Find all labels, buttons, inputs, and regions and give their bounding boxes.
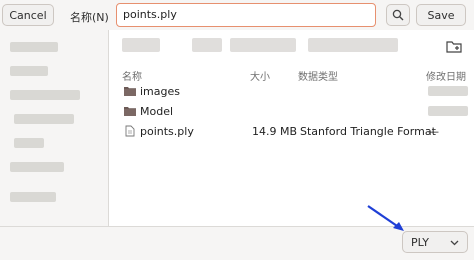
file-type: Stanford Triangle Format [300,125,436,138]
column-type-header[interactable]: 数据类型 [298,68,338,83]
path-crumb[interactable] [122,38,160,52]
file-type-filter[interactable]: PLY [402,231,468,253]
path-bar [118,34,418,58]
sidebar-item[interactable] [4,40,102,54]
path-crumb[interactable] [308,38,398,52]
filename-label: 名称(N) [70,11,109,24]
places-sidebar [0,30,109,226]
new-folder-button[interactable] [446,38,462,54]
file-name: Model [140,105,174,118]
save-button[interactable]: Save [416,4,466,26]
sidebar-item[interactable] [4,160,102,174]
file-row[interactable]: Model [118,102,474,122]
column-name-header[interactable]: 名称 [122,68,142,83]
folder-icon [124,107,136,116]
column-modified-header[interactable]: 修改日期 [426,68,466,83]
filename-input[interactable]: points.ply [116,3,376,27]
path-crumb[interactable] [230,38,296,52]
search-button[interactable] [386,4,410,26]
cancel-button[interactable]: Cancel [2,4,54,26]
sidebar-item[interactable] [4,136,102,150]
file-row[interactable]: points.ply 14.9 MB Stanford Triangle For… [118,122,474,142]
file-icon [125,125,135,137]
file-name: points.ply [140,125,194,138]
annotation-arrow [367,205,404,231]
sidebar-item[interactable] [4,88,102,102]
file-date-blurred [428,86,468,96]
file-row[interactable]: images [118,82,474,102]
file-name: images [140,85,180,98]
file-size: 14.9 MB [252,125,298,138]
new-folder-icon [446,41,462,53]
chevron-down-icon [450,240,459,245]
column-headers: 名称 大小 数据类型 修改日期 [118,66,474,83]
path-crumb[interactable] [192,38,222,52]
file-date: — [428,125,439,138]
sidebar-item[interactable] [4,64,102,78]
folder-icon [124,87,136,96]
column-size-header[interactable]: 大小 [250,68,270,83]
file-date-blurred [428,106,468,116]
sidebar-item[interactable] [4,112,102,126]
file-type-filter-value: PLY [411,235,430,249]
search-icon [392,9,404,21]
sidebar-item[interactable] [4,190,102,204]
